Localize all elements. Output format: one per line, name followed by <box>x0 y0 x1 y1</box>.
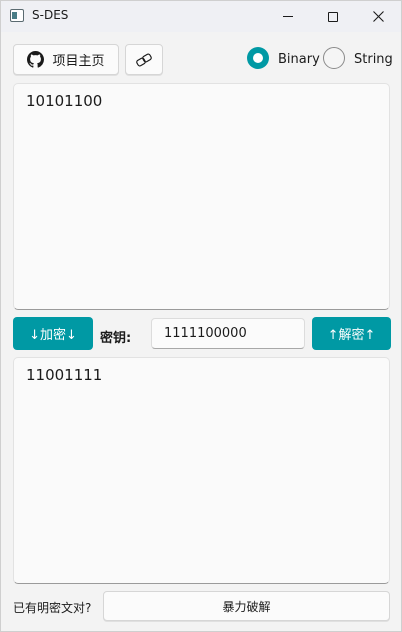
binary-radio[interactable] <box>247 47 269 69</box>
app-window-icon <box>10 9 24 22</box>
app-window: S-DES 项目主页 Binary String 10101100 ↓加密↓ 密… <box>0 0 402 632</box>
minimize-button[interactable] <box>265 1 311 32</box>
binary-radio-label[interactable]: Binary <box>278 52 320 67</box>
maximize-button[interactable] <box>310 1 356 32</box>
window-title: S-DES <box>32 8 69 22</box>
project-home-button[interactable]: 项目主页 <box>13 44 119 75</box>
link-button[interactable] <box>125 44 163 75</box>
key-label: 密钥: <box>100 331 132 346</box>
title-bar[interactable]: S-DES <box>1 1 401 32</box>
key-input[interactable]: 1111100000 <box>151 318 305 349</box>
string-radio-label[interactable]: String <box>354 52 393 67</box>
link-icon <box>136 53 152 66</box>
string-radio[interactable] <box>323 47 345 69</box>
brute-force-button[interactable]: 暴力破解 <box>103 591 390 621</box>
encrypt-button[interactable]: ↓加密↓ <box>13 317 93 350</box>
output-text-area[interactable]: 11001111 <box>13 357 390 584</box>
input-text-area[interactable]: 10101100 <box>13 83 390 310</box>
maximize-icon <box>328 11 338 22</box>
decrypt-button[interactable]: ↑解密↑ <box>312 317 391 350</box>
known-pair-question-label: 已有明密文对? <box>13 601 92 615</box>
close-button[interactable] <box>355 1 401 32</box>
project-home-label: 项目主页 <box>52 54 105 69</box>
close-icon <box>372 11 384 22</box>
github-icon <box>27 51 45 68</box>
minimize-icon <box>283 16 293 17</box>
